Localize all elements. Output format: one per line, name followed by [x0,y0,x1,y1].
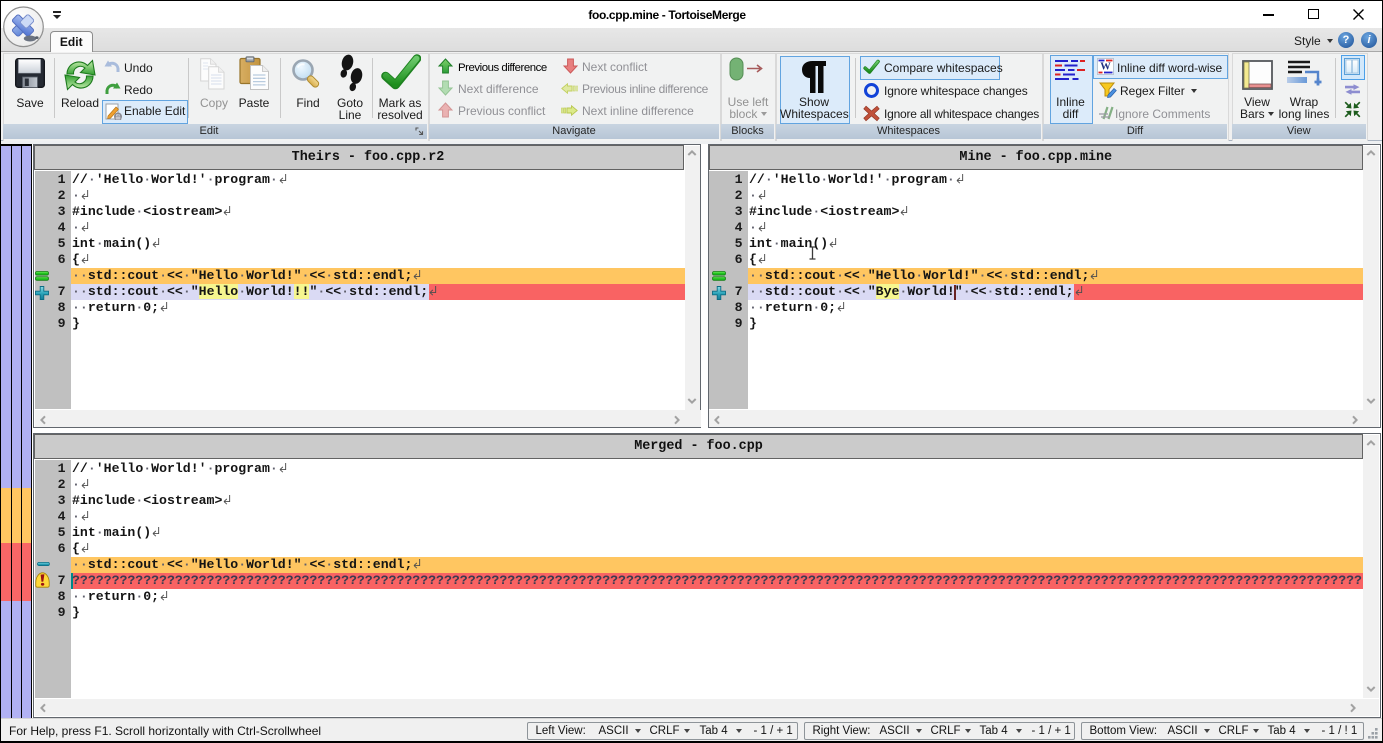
svg-text:W: W [1100,62,1111,73]
